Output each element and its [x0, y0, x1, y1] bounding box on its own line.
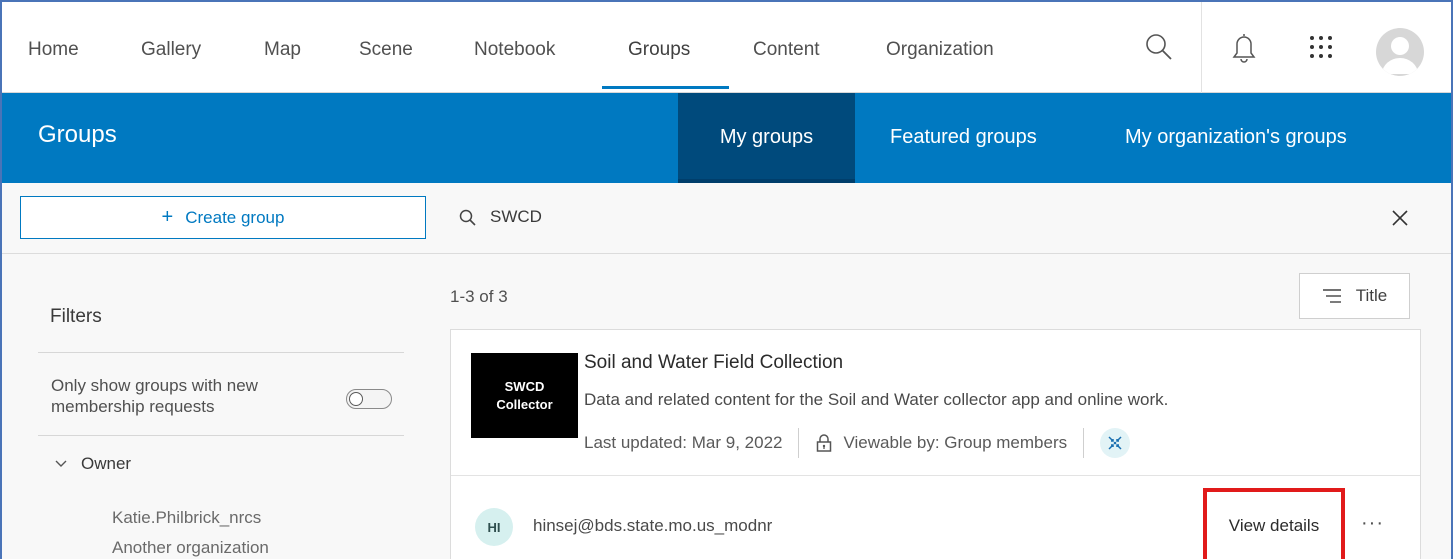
user-avatar[interactable]: [1376, 28, 1424, 76]
create-group-button[interactable]: + Create group: [20, 196, 426, 239]
sort-label: Title: [1355, 286, 1388, 305]
thumbnail-line-2: Collector: [496, 396, 553, 412]
owner-option[interactable]: Another organization: [112, 538, 269, 558]
tab-my-groups[interactable]: My groups: [678, 93, 855, 183]
clear-search-icon[interactable]: [1386, 204, 1414, 232]
group-meta: Last updated: Mar 9, 2022 Viewable by: G…: [584, 428, 1131, 458]
meta-divider: [798, 428, 800, 458]
result-count: 1-3 of 3: [450, 287, 508, 306]
owner-heading: Owner: [81, 454, 132, 473]
page-title: Groups: [38, 121, 117, 148]
member-name: hinsej@bds.state.mo.us_modnr: [533, 516, 773, 535]
meta-divider: [1083, 428, 1085, 458]
app-frame: Home Gallery Map Scene Notebook Groups C…: [0, 0, 1453, 559]
owner-option[interactable]: Katie.Philbrick_nrcs: [112, 508, 261, 528]
chevron-down-icon: [55, 460, 67, 467]
top-navigation: Home Gallery Map Scene Notebook Groups C…: [2, 2, 1451, 93]
card-divider: [451, 475, 1420, 476]
nav-organization[interactable]: Organization: [886, 2, 994, 93]
group-title[interactable]: Soil and Water Field Collection: [584, 352, 843, 374]
nav-scene[interactable]: Scene: [359, 2, 413, 93]
tab-organization-groups[interactable]: My organization's groups: [1125, 93, 1347, 183]
nav-gallery[interactable]: Gallery: [141, 2, 201, 93]
thumbnail-line-1: SWCD: [504, 378, 545, 394]
group-search-input[interactable]: SWCD: [454, 196, 1414, 239]
nav-groups[interactable]: Groups: [628, 2, 690, 93]
nav-home[interactable]: Home: [28, 2, 79, 93]
membership-requests-toggle[interactable]: [346, 389, 392, 409]
plus-icon: +: [161, 206, 174, 228]
app-launcher-icon[interactable]: [1298, 24, 1344, 70]
bell-icon[interactable]: [1221, 24, 1267, 70]
group-description: Data and related content for the Soil an…: [584, 390, 1169, 409]
filters-divider: [38, 435, 404, 436]
filters-heading: Filters: [50, 306, 102, 327]
viewable-by: Viewable by: Group members: [843, 433, 1068, 452]
tab-featured-groups[interactable]: Featured groups: [890, 93, 1037, 183]
filters-divider: [38, 352, 404, 353]
membership-requests-label: Only show groups with new membership req…: [51, 376, 258, 416]
search-value[interactable]: SWCD: [490, 207, 542, 227]
nav-map[interactable]: Map: [264, 2, 301, 93]
active-nav-indicator: [602, 86, 729, 89]
search-icon[interactable]: [1136, 24, 1182, 70]
nav-content[interactable]: Content: [753, 2, 820, 93]
toggle-knob: [349, 392, 363, 406]
group-card: SWCD Collector Soil and Water Field Coll…: [450, 329, 1421, 559]
more-options-icon[interactable]: ···: [1361, 512, 1384, 535]
groups-header: Groups My groups Featured groups My orga…: [2, 93, 1451, 183]
owner-filter-header[interactable]: Owner: [55, 454, 131, 474]
group-thumbnail[interactable]: SWCD Collector: [471, 353, 578, 438]
lock-icon: [817, 434, 832, 452]
sort-icon: [1322, 289, 1341, 303]
member-avatar: HI: [475, 508, 513, 546]
sort-button[interactable]: Title: [1299, 273, 1410, 319]
section-divider: [2, 253, 1451, 254]
view-details-button[interactable]: View details: [1203, 488, 1345, 559]
nav-notebook[interactable]: Notebook: [474, 2, 555, 93]
create-group-label: Create group: [185, 207, 285, 227]
last-updated: Last updated: Mar 9, 2022: [584, 433, 783, 452]
nav-divider: [1201, 2, 1202, 93]
search-icon: [459, 209, 477, 232]
shared-update-icon: [1100, 428, 1131, 458]
